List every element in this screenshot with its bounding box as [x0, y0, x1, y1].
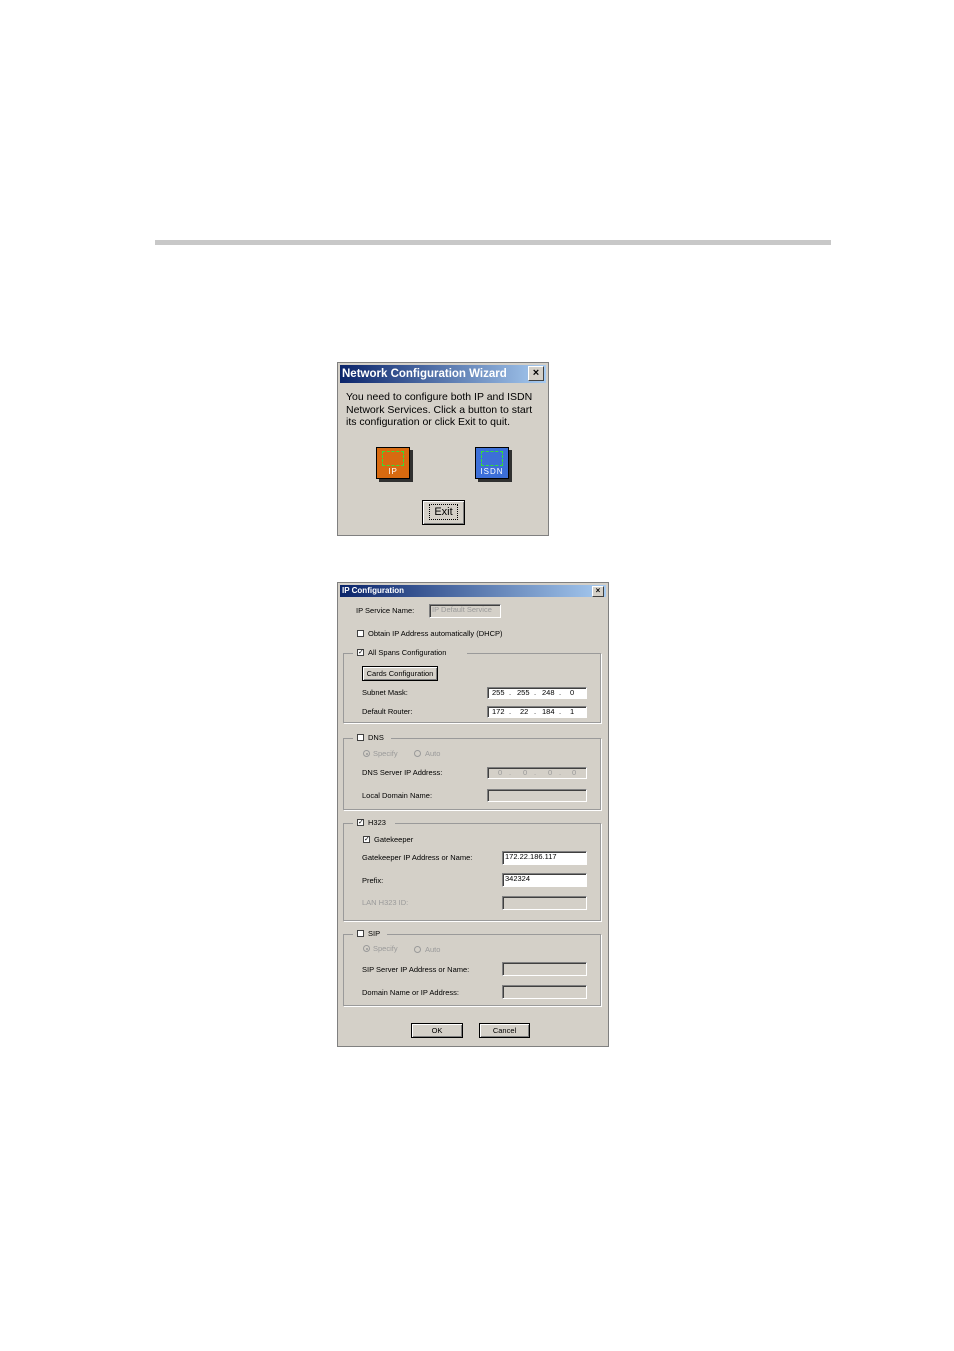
- wizard-message: You need to configure both IP and ISDN N…: [346, 391, 533, 428]
- dns-checkbox[interactable]: [357, 734, 364, 741]
- dns-auto-label: Auto: [425, 749, 441, 758]
- sip-server-label: SIP Server IP Address or Name:: [362, 965, 470, 974]
- ip-configuration-dialog: IP Configuration × IP Service Name: IP D…: [337, 582, 609, 1047]
- dns-specify-label: Specify: [373, 749, 398, 758]
- ip-network-icon-button[interactable]: IP: [376, 447, 410, 479]
- wizard-title: Network Configuration Wizard: [342, 368, 507, 380]
- page-divider: [155, 240, 831, 245]
- lan-h323-id-field[interactable]: [502, 896, 587, 910]
- h323-label: H323: [368, 818, 386, 827]
- sip-checkbox[interactable]: [357, 930, 364, 937]
- exit-button-label: Exit: [429, 504, 458, 520]
- isdn-network-glyph-icon: [481, 451, 503, 466]
- gatekeeper-ip-label: Gatekeeper IP Address or Name:: [362, 853, 473, 862]
- isdn-network-icon-button[interactable]: ISDN: [475, 447, 509, 479]
- lan-h323-id-label: LAN H323 ID:: [362, 898, 409, 907]
- local-domain-name-label: Local Domain Name:: [362, 791, 433, 800]
- local-domain-name-field[interactable]: [487, 789, 587, 802]
- dns-specify-radio[interactable]: [363, 750, 370, 757]
- dns-dot-1: .: [509, 768, 512, 777]
- ip-service-name-label: IP Service Name:: [356, 606, 415, 615]
- router-octet-3: 184: [542, 707, 555, 716]
- dhcp-checkbox[interactable]: [357, 630, 364, 637]
- ipcfg-title: IP Configuration: [342, 586, 405, 595]
- subnet-octet-2: 255: [517, 688, 530, 697]
- router-dot-1: .: [509, 707, 512, 716]
- exit-button[interactable]: Exit: [422, 500, 465, 525]
- sip-domain-label: Domain Name or IP Address:: [362, 988, 459, 997]
- wizard-title-bar: Network Configuration Wizard ×: [340, 365, 546, 383]
- subnet-dot-2: .: [534, 688, 537, 697]
- dns-octet-4: 0: [572, 768, 577, 777]
- sip-label: SIP: [368, 929, 381, 938]
- ipcfg-title-bar: IP Configuration ×: [340, 585, 606, 597]
- subnet-mask-label: Subnet Mask:: [362, 688, 408, 697]
- dns-octet-3: 0: [548, 768, 553, 777]
- sip-domain-field[interactable]: [502, 985, 587, 999]
- default-router-field[interactable]: 172 . 22 . 184 . 1: [487, 706, 587, 718]
- dns-label: DNS: [368, 733, 384, 742]
- h323-checkbox[interactable]: ✓: [357, 819, 364, 826]
- router-octet-1: 172: [492, 707, 505, 716]
- sip-specify-label: Specify: [373, 944, 398, 953]
- subnet-dot-1: .: [509, 688, 512, 697]
- dns-auto-radio[interactable]: [414, 750, 421, 757]
- gatekeeper-ip-field[interactable]: 172.22.186.117: [502, 851, 587, 865]
- sip-specify-radio[interactable]: [363, 945, 370, 952]
- subnet-dot-3: .: [559, 688, 562, 697]
- subnet-octet-4: 0: [570, 688, 575, 697]
- ok-button[interactable]: OK: [411, 1023, 463, 1038]
- gatekeeper-checkbox[interactable]: ✓: [363, 836, 370, 843]
- prefix-label: Prefix:: [362, 876, 384, 885]
- subnet-octet-1: 255: [492, 688, 505, 697]
- dns-server-label: DNS Server IP Address:: [362, 768, 443, 777]
- prefix-field[interactable]: 342324: [502, 873, 587, 887]
- all-spans-checkbox[interactable]: ✓: [357, 649, 364, 656]
- dns-dot-2: .: [534, 768, 537, 777]
- sip-auto-radio[interactable]: [414, 946, 421, 953]
- router-octet-4: 1: [570, 707, 575, 716]
- sip-server-field[interactable]: [502, 962, 587, 976]
- dns-dot-3: .: [559, 768, 562, 777]
- dns-server-field[interactable]: 0 . 0 . 0 . 0: [487, 767, 587, 779]
- ip-service-name-field[interactable]: IP Default Service: [429, 604, 501, 618]
- dns-octet-1: 0: [498, 768, 503, 777]
- isdn-icon-label: ISDN: [480, 467, 504, 476]
- dhcp-label: Obtain IP Address automatically (DHCP): [368, 629, 503, 638]
- ip-network-glyph-icon: [382, 451, 404, 466]
- sip-auto-label: Auto: [425, 945, 441, 954]
- default-router-label: Default Router:: [362, 707, 413, 716]
- all-spans-label: All Spans Configuration: [368, 648, 447, 657]
- wizard-close-button[interactable]: ×: [528, 366, 544, 381]
- subnet-mask-field[interactable]: 255 . 255 . 248 . 0: [487, 687, 587, 699]
- ipcfg-close-button[interactable]: ×: [592, 586, 604, 597]
- dns-octet-2: 0: [523, 768, 528, 777]
- router-octet-2: 22: [520, 707, 529, 716]
- subnet-octet-3: 248: [542, 688, 555, 697]
- cancel-button[interactable]: Cancel: [479, 1023, 530, 1038]
- gatekeeper-label: Gatekeeper: [374, 835, 414, 844]
- cards-configuration-button[interactable]: Cards Configuration: [362, 666, 438, 681]
- router-dot-3: .: [559, 707, 562, 716]
- router-dot-2: .: [534, 707, 537, 716]
- network-configuration-wizard-dialog: Network Configuration Wizard × You need …: [337, 362, 549, 536]
- ip-icon-label: IP: [388, 467, 398, 476]
